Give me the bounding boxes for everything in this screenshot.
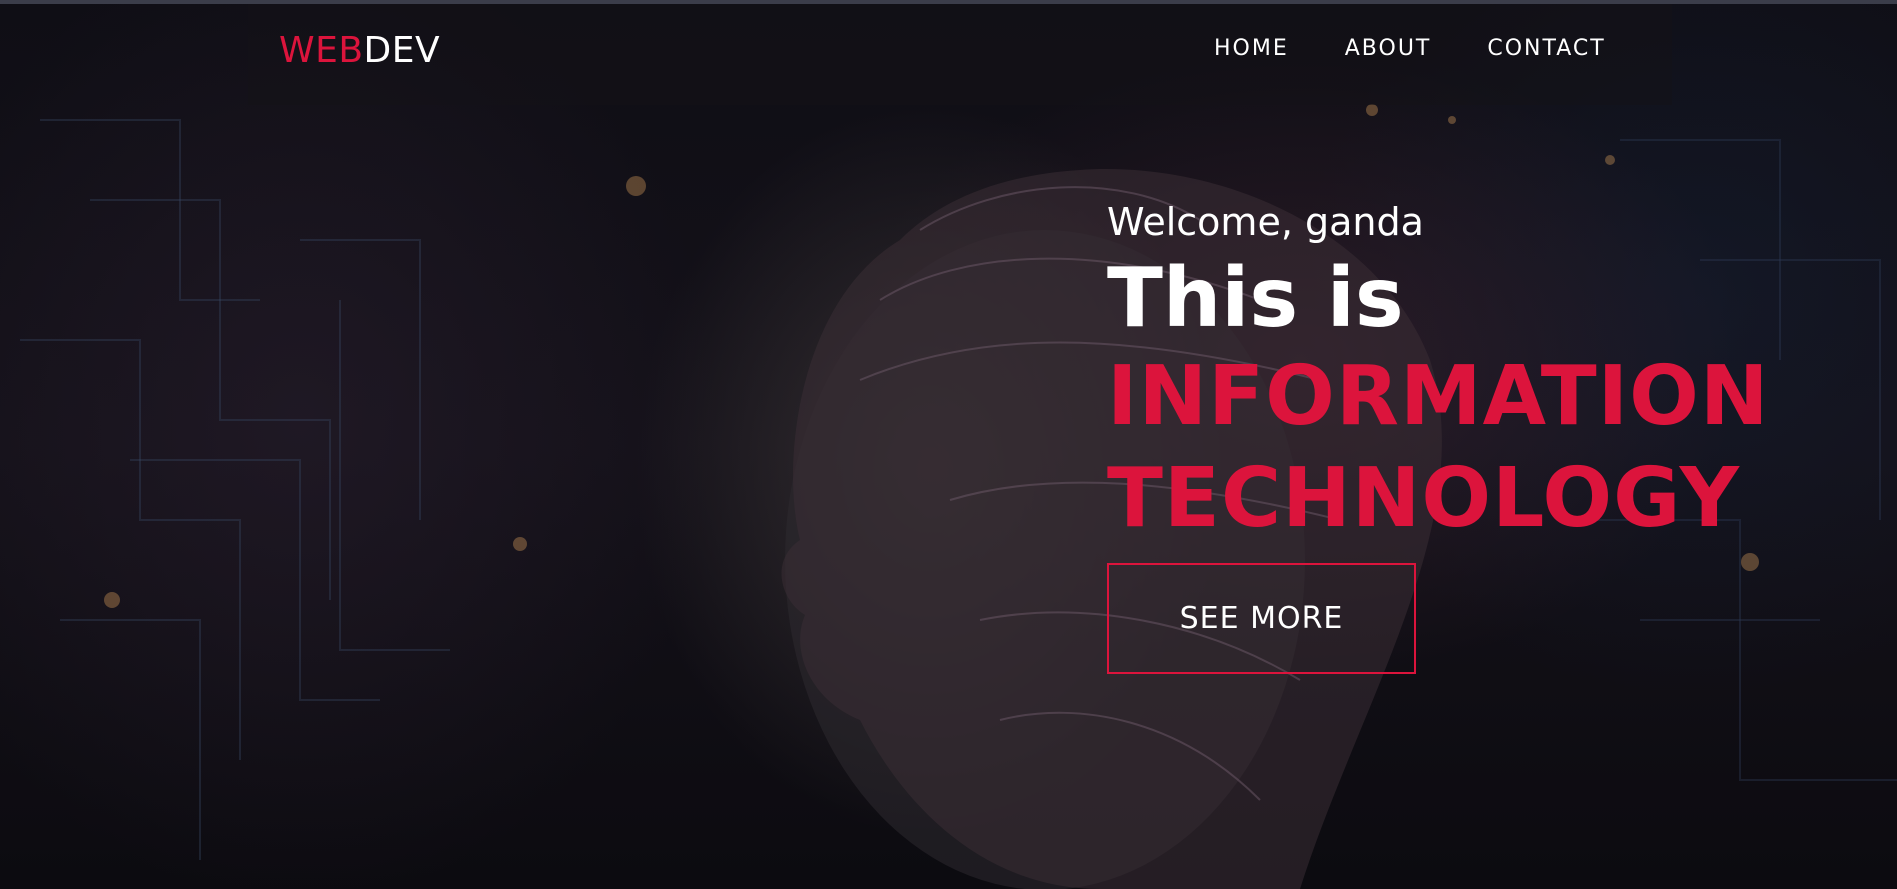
logo-part-web: WEB (279, 30, 364, 71)
welcome-text: Welcome, ganda (1107, 200, 1424, 244)
logo[interactable]: WEBDEV (279, 30, 440, 71)
nav-menu: HOME ABOUT CONTACT (1214, 36, 1606, 61)
hero-section: WEBDEV HOME ABOUT CONTACT Welcome, ganda… (0, 0, 1897, 889)
hero-title-line3: TECHNOLOGY (1107, 451, 1741, 547)
hero-content: Welcome, ganda This is INFORMATION TECHN… (1107, 200, 1769, 674)
nav-contact-link[interactable]: CONTACT (1487, 36, 1605, 61)
logo-part-dev: DEV (363, 30, 441, 71)
nav-about-link[interactable]: ABOUT (1345, 36, 1432, 61)
see-more-button[interactable]: SEE MORE (1107, 562, 1416, 674)
hero-title-line1: This is (1107, 250, 1404, 346)
hero-title-line2: INFORMATION (1107, 348, 1770, 444)
nav-home-link[interactable]: HOME (1214, 36, 1289, 61)
